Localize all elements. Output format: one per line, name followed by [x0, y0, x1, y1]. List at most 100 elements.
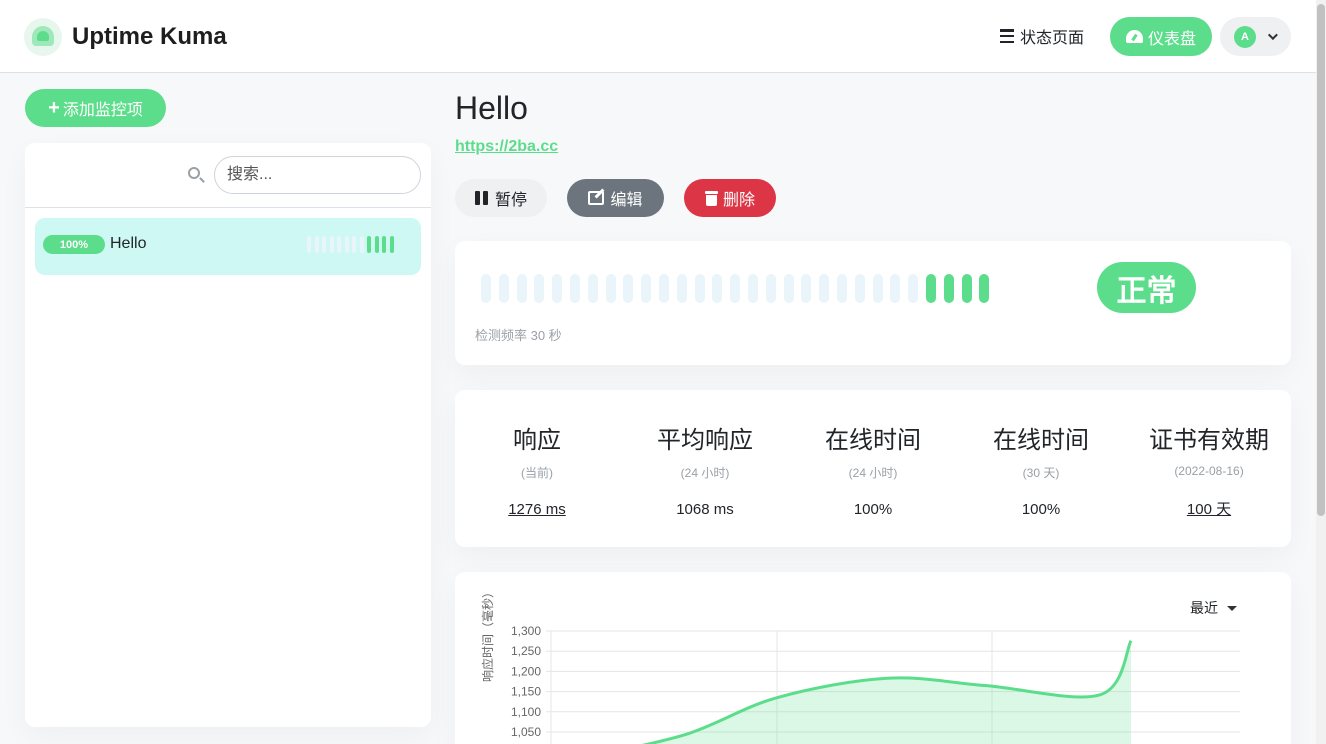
heartbeat-empty: [908, 274, 919, 303]
delete-button[interactable]: 删除: [684, 179, 776, 217]
heartbeat-up: [979, 274, 990, 303]
heartbeat-empty: [498, 274, 509, 303]
heartbeat-empty: [712, 274, 723, 303]
heartbeat-card: 正常 检测频率 30 秒: [455, 241, 1291, 365]
heartbeat-empty: [322, 236, 326, 253]
heartbeat-empty: [481, 274, 491, 303]
heartbeat-empty: [801, 274, 812, 303]
chart-y-tick-label: 1,100: [511, 705, 541, 719]
stat-cert-expiry: 证书有效期 (2022-08-16) 100 天: [1125, 420, 1293, 519]
mini-heartbeat-bar: [307, 236, 397, 253]
stat-subtitle: (24 小时): [848, 466, 898, 480]
stat-subtitle: (24 小时): [680, 466, 730, 480]
trash-icon: [704, 190, 718, 206]
stat-subtitle: (30 天): [1022, 466, 1060, 480]
chart-y-axis-label: 响应时间（毫秒）: [481, 585, 495, 682]
heartbeat-empty: [605, 274, 616, 303]
heartbeat-up: [925, 274, 936, 303]
uptime-badge: 100%: [43, 235, 105, 254]
edit-label: 编辑: [610, 192, 643, 209]
heartbeat-empty: [587, 274, 598, 303]
heartbeat-empty: [314, 236, 319, 253]
heartbeat-up: [389, 236, 394, 253]
heartbeat-up: [943, 274, 954, 303]
stat-avg-response: 平均响应 (24 小时) 1068 ms: [621, 420, 789, 518]
chart-y-tick-label: 1,250: [511, 644, 541, 658]
stat-value[interactable]: 100 天: [1125, 498, 1293, 519]
heartbeat-empty: [329, 236, 334, 253]
page-scrollbar[interactable]: [1316, 0, 1326, 744]
add-monitor-label: 添加监控项: [62, 102, 143, 119]
response-chart-card: 最近 1,300 1,250 1,200 1,150 1,100 1,050 响应时间（毫…: [455, 572, 1291, 744]
edit-button[interactable]: 编辑: [567, 179, 664, 217]
heartbeat-empty: [765, 274, 776, 303]
stat-title: 在线时间: [993, 427, 1089, 454]
heartbeat-empty: [307, 236, 311, 253]
search-icon: [188, 167, 200, 179]
heartbeat-empty: [676, 274, 687, 303]
stats-card: 响应 (当前) 1276 ms 平均响应 (24 小时) 1068 ms 在线时…: [455, 390, 1291, 547]
monitor-url-link[interactable]: https://2ba.cc: [455, 138, 558, 156]
stat-uptime-30d: 在线时间 (30 天) 100%: [957, 420, 1125, 518]
stat-title: 平均响应: [657, 427, 753, 454]
heartbeat-empty: [836, 274, 847, 303]
status-page-link[interactable]: 状态页面: [1000, 24, 1084, 48]
heartbeat-up: [374, 236, 379, 253]
chart-y-tick-label: 1,300: [511, 624, 541, 638]
heartbeat-empty: [359, 236, 364, 253]
chart-y-tick-label: 1,150: [511, 685, 541, 699]
avatar: A: [1234, 25, 1256, 48]
stat-value: 1068 ms: [676, 501, 734, 518]
search-input[interactable]: [214, 156, 421, 194]
list-icon: [1000, 29, 1014, 43]
heartbeat-empty: [352, 236, 356, 253]
pause-button[interactable]: 暂停: [455, 179, 547, 217]
heartbeat-empty: [641, 274, 652, 303]
stat-response: 响应 (当前) 1276 ms: [453, 420, 621, 518]
dashboard-label: 仪表盘: [1147, 30, 1196, 48]
heartbeat-empty: [854, 274, 865, 303]
stat-subtitle: (当前): [521, 466, 553, 480]
stat-subtitle: (2022-08-16): [1174, 464, 1244, 478]
stat-value: 100%: [1021, 501, 1061, 518]
heartbeat-empty: [783, 274, 794, 303]
dashboard-button[interactable]: 仪表盘: [1110, 17, 1212, 56]
stat-value: 100%: [853, 501, 893, 518]
stat-title: 在线时间: [825, 427, 921, 454]
heartbeat-bar: [481, 274, 997, 303]
monitor-list-item[interactable]: 100% Hello: [35, 218, 421, 275]
top-navbar: Uptime Kuma 状态页面 仪表盘 A: [0, 0, 1316, 73]
response-time-chart: 1,300 1,250 1,200 1,150 1,100 1,050: [511, 624, 1240, 744]
chevron-down-icon: [1267, 30, 1278, 41]
heartbeat-empty: [569, 274, 580, 303]
page-title: Hello: [455, 90, 528, 126]
stat-value[interactable]: 1276 ms: [453, 501, 621, 518]
search-bar: [25, 143, 431, 208]
heartbeat-empty: [534, 274, 545, 303]
heartbeat-empty: [658, 274, 669, 303]
heartbeat-empty: [872, 274, 883, 303]
gauge-icon: [1125, 30, 1143, 43]
stat-uptime-24h: 在线时间 (24 小时) 100%: [789, 420, 957, 518]
brand[interactable]: Uptime Kuma: [24, 18, 227, 56]
heartbeat-up: [367, 236, 371, 253]
heartbeat-empty: [623, 274, 634, 303]
monitor-name: Hello: [110, 235, 147, 252]
pause-icon: [474, 191, 491, 205]
scrollbar-thumb[interactable]: [1317, 4, 1325, 516]
heartbeat-up: [961, 274, 972, 303]
monitor-list-panel: 100% Hello: [25, 143, 431, 727]
heartbeat-empty: [552, 274, 563, 303]
user-menu-dropdown[interactable]: A: [1220, 17, 1291, 56]
add-monitor-button[interactable]: + 添加监控项: [25, 89, 166, 127]
status-page-label: 状态页面: [1020, 30, 1085, 47]
status-badge: 正常: [1097, 262, 1196, 313]
brand-name: Uptime Kuma: [72, 23, 227, 50]
heartbeat-empty: [516, 274, 527, 303]
plus-icon: +: [48, 97, 60, 119]
stat-title: 证书有效期: [1149, 427, 1269, 454]
check-interval-text: 检测频率 30 秒: [475, 328, 562, 343]
chart-y-tick-label: 1,200: [511, 664, 541, 678]
heartbeat-empty: [694, 274, 705, 303]
delete-label: 删除: [722, 192, 755, 209]
